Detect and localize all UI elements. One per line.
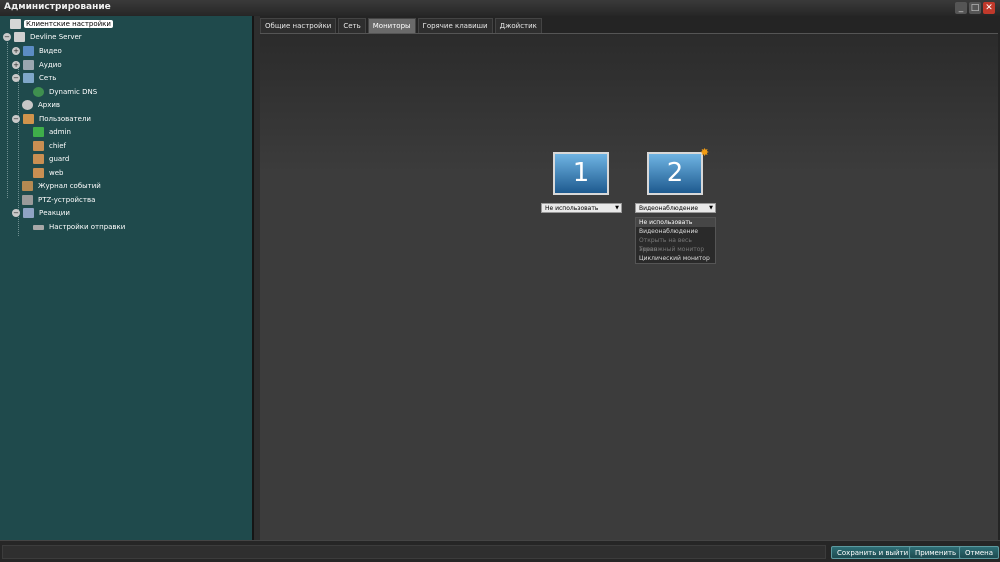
chevron-down-icon: ▼ [709, 205, 713, 211]
tree-item-label: Журнал событий [38, 182, 101, 190]
tree-item-audio[interactable]: + Аудио [12, 59, 64, 71]
title-bar: Администрирование _ □ ✕ [0, 0, 1000, 16]
tree-item-label: Настройки отправки [49, 223, 126, 231]
event-log-icon [22, 181, 33, 191]
tree-item-event-log[interactable]: Журнал событий [22, 180, 103, 192]
monitors-panel: 1 Не использовать ▼ 2 ✸ Видеонаблюдение … [260, 33, 998, 540]
collapse-icon[interactable]: − [3, 33, 11, 41]
reactions-icon [23, 208, 34, 218]
users-icon [23, 114, 34, 124]
tree-item-label: Клиентские настройки [24, 20, 113, 28]
tree-connector [7, 42, 8, 198]
collapse-icon[interactable]: − [12, 115, 20, 123]
user-icon [33, 141, 44, 151]
monitor-1-mode-select[interactable]: Не использовать ▼ [541, 203, 622, 213]
tree-item-guard[interactable]: guard [33, 153, 71, 165]
user-icon [33, 154, 44, 164]
option-not-used[interactable]: Не использовать [636, 218, 715, 227]
option-alarm-monitor[interactable]: Тревожный монитор [636, 245, 715, 254]
tree-item-label: guard [49, 155, 70, 163]
tree-item-label: Devline Server [30, 33, 82, 41]
tree-item-label: Пользователи [39, 115, 91, 123]
tab-bar: Общие настройки Сеть Мониторы Горячие кл… [260, 18, 544, 33]
tree-item-web[interactable]: web [33, 167, 65, 179]
expand-icon[interactable]: + [12, 61, 20, 69]
tree-item-chief[interactable]: chief [33, 140, 68, 152]
user-icon [33, 168, 44, 178]
send-settings-icon [33, 224, 44, 230]
tab-hotkeys[interactable]: Горячие клавиши [417, 18, 493, 33]
monitor-2[interactable]: 2 ✸ [647, 147, 709, 195]
tree-item-admin[interactable]: admin [33, 126, 73, 138]
window-title: Администрирование [4, 2, 111, 12]
tree-item-client-settings[interactable]: Клиентские настройки [10, 18, 113, 30]
tree-item-label: Сеть [39, 74, 57, 82]
tree-item-label: Dynamic DNS [49, 88, 98, 96]
archive-icon [22, 100, 33, 110]
bottom-bar: Сохранить и выйти Применить Отмена [0, 540, 1000, 562]
tree-item-label: Архив [38, 101, 61, 109]
network-icon [23, 73, 34, 83]
video-icon [23, 46, 34, 56]
option-cyclic-monitor[interactable]: Циклический монитор [636, 254, 715, 263]
select-value: Видеонаблюдение [639, 205, 699, 212]
tree-item-label: PTZ-устройства [38, 196, 96, 204]
tree-item-video[interactable]: + Видео [12, 45, 64, 57]
tree-item-label: admin [49, 128, 71, 136]
monitor-number: 1 [572, 158, 590, 188]
tree-item-users[interactable]: − Пользователи [12, 113, 93, 125]
tab-network[interactable]: Сеть [338, 18, 366, 33]
tree-item-label: web [49, 169, 64, 177]
option-video-surveillance[interactable]: Видеонаблюдение [636, 227, 715, 236]
monitor-2-mode-select[interactable]: Видеонаблюдение ▼ [635, 203, 716, 213]
option-fullscreen[interactable]: Открыть на весь экран [636, 236, 715, 253]
tab-monitors[interactable]: Мониторы [367, 18, 416, 33]
cancel-button[interactable]: Отмена [959, 546, 1000, 559]
monitor-1[interactable]: 1 [553, 152, 609, 195]
admin-window: Администрирование _ □ ✕ Клиентские настр… [0, 0, 1000, 562]
tree-item-send-settings[interactable]: Настройки отправки [33, 221, 127, 233]
maximize-button[interactable]: □ [969, 2, 981, 14]
close-button[interactable]: ✕ [983, 2, 995, 14]
monitor-number: 2 [666, 158, 684, 188]
tree-item-label: Аудио [39, 61, 62, 69]
tree-item-label: chief [49, 142, 67, 150]
server-icon [14, 32, 25, 42]
expand-icon[interactable]: + [12, 47, 20, 55]
ptz-icon [22, 195, 33, 205]
audio-icon [23, 60, 34, 70]
monitor-2-mode-list: Не использовать Видеонаблюдение Открыть … [635, 217, 716, 264]
client-settings-icon [10, 19, 21, 29]
collapse-icon[interactable]: − [12, 209, 20, 217]
user-admin-icon [33, 127, 44, 137]
tab-general[interactable]: Общие настройки [260, 18, 337, 33]
save-and-exit-button[interactable]: Сохранить и выйти [831, 546, 915, 559]
collapse-icon[interactable]: − [12, 74, 20, 82]
settings-tree: Клиентские настройки − Devline Server + … [0, 16, 254, 540]
tree-item-ptz[interactable]: PTZ-устройства [22, 194, 97, 206]
primary-star-icon: ✸ [700, 146, 710, 159]
tree-item-devline-server[interactable]: − Devline Server [3, 31, 84, 43]
status-field [2, 545, 826, 559]
tree-item-network[interactable]: − Сеть [12, 72, 58, 84]
tree-item-label: Видео [39, 47, 62, 55]
tab-joystick[interactable]: Джойстик [494, 18, 542, 33]
minimize-button[interactable]: _ [955, 2, 967, 14]
tree-item-archive[interactable]: Архив [22, 99, 62, 111]
tree-item-label: Реакции [39, 209, 70, 217]
tree-item-reactions[interactable]: − Реакции [12, 207, 72, 219]
apply-button[interactable]: Применить [909, 546, 963, 559]
select-value: Не использовать [545, 205, 599, 212]
dns-icon [33, 87, 44, 97]
chevron-down-icon: ▼ [615, 205, 619, 211]
tree-item-dynamic-dns[interactable]: Dynamic DNS [33, 86, 99, 98]
